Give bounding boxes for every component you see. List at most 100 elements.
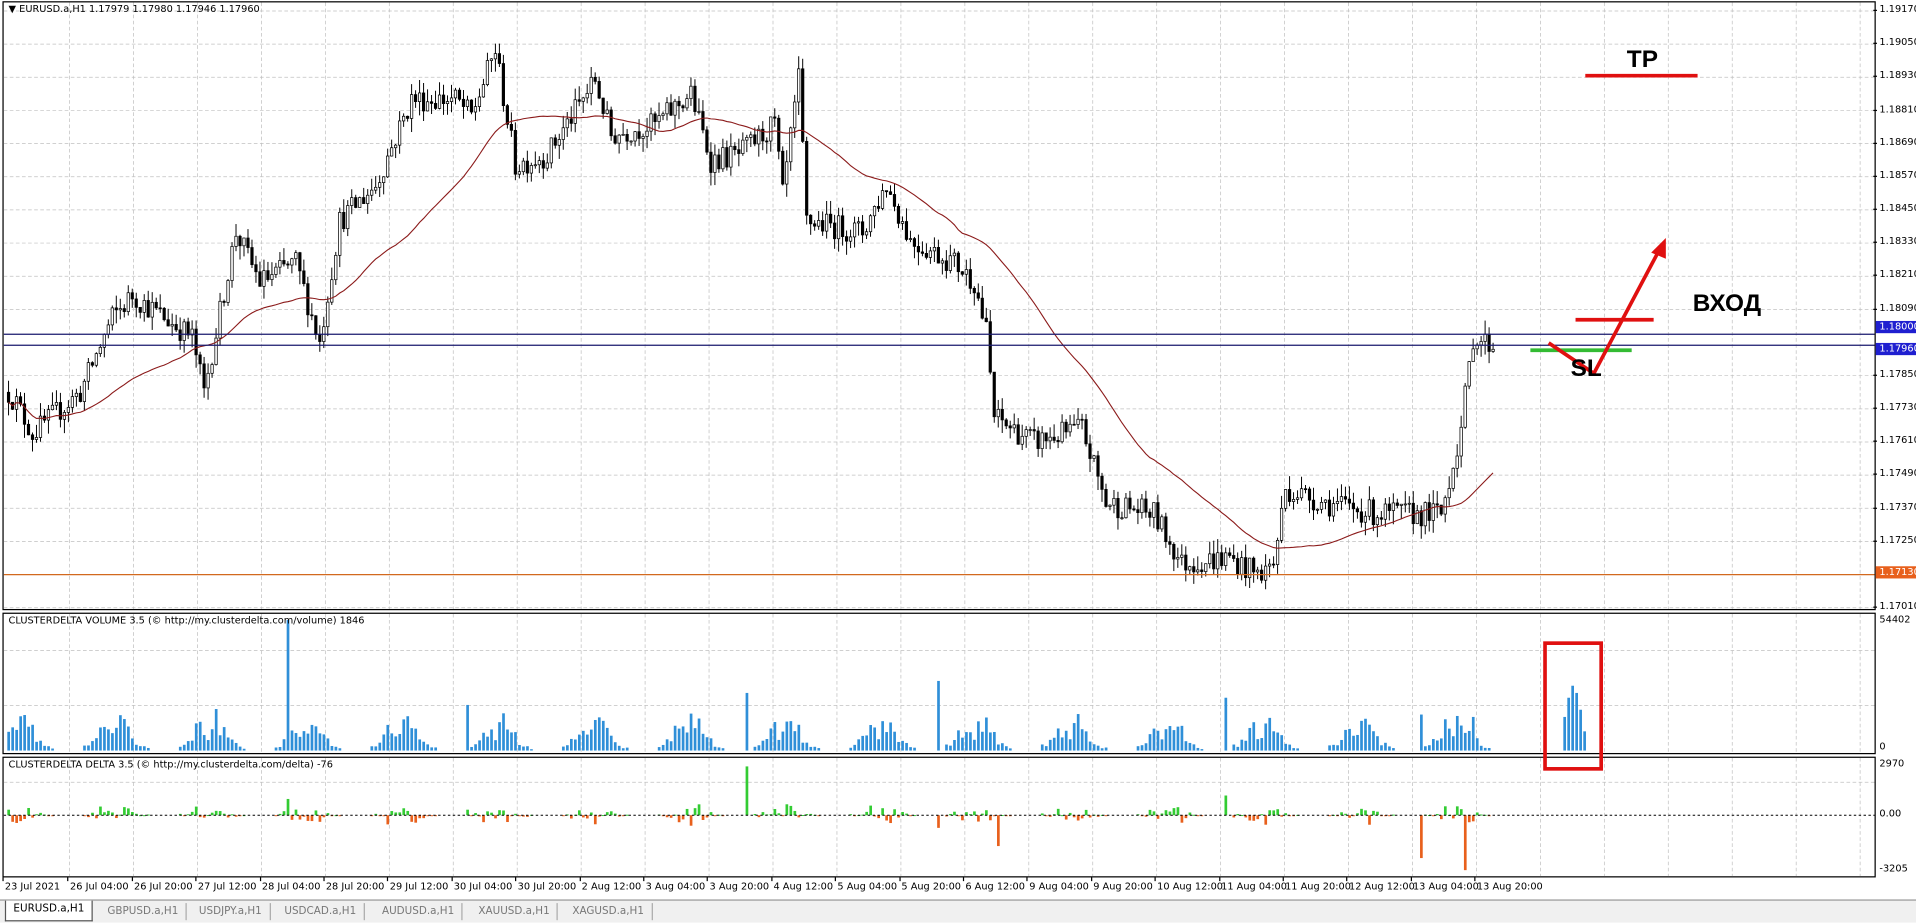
volume-bar xyxy=(1344,729,1347,751)
candle-body xyxy=(717,154,721,170)
volume-bar xyxy=(326,738,330,751)
candle-body xyxy=(1152,502,1156,518)
volume-bar xyxy=(1088,741,1092,751)
time-tick-label: 10 Aug 12:00 xyxy=(1154,877,1224,893)
volume-bar xyxy=(306,733,310,751)
volume-bar xyxy=(857,739,861,751)
price-chart-pane[interactable]: ▼ EURUSD.a,H1 1.17979 1.17980 1.17946 1.… xyxy=(2,1,1876,611)
candle-body xyxy=(1323,499,1328,503)
volume-bar xyxy=(470,746,473,751)
candle-body xyxy=(1276,540,1280,565)
candle-body xyxy=(262,270,266,287)
tp-label: TP xyxy=(1626,46,1658,74)
candle-body xyxy=(509,123,513,131)
candle-body xyxy=(1180,554,1184,558)
chart-tab-xagusd-a-h1[interactable]: XAGUSD.a,H1 xyxy=(565,903,653,921)
volume-bar xyxy=(1144,743,1148,751)
candle-body xyxy=(1160,516,1164,530)
candle-body xyxy=(1188,566,1192,571)
delta-bar xyxy=(785,804,789,816)
volume-bar xyxy=(1004,746,1008,751)
volume-bar xyxy=(1164,729,1168,751)
candle-body xyxy=(1032,429,1036,432)
delta-bar xyxy=(498,810,501,816)
volume-bar xyxy=(127,726,130,751)
volume-bar xyxy=(709,738,713,751)
volume-bar xyxy=(793,731,797,751)
candle-body xyxy=(1120,517,1124,520)
candle-body xyxy=(741,139,745,154)
volume-bar xyxy=(897,741,900,751)
volume-bar xyxy=(745,692,749,751)
volume-bar xyxy=(701,733,705,751)
volume-bar xyxy=(777,739,781,751)
delta-indicator-pane[interactable]: CLUSTERDELTA DELTA 3.5 (© http://my.clus… xyxy=(2,756,1876,878)
chart-tab-audusd-a-h1[interactable]: AUDUSD.a,H1 xyxy=(375,903,463,921)
volume-bar xyxy=(218,735,222,751)
volume-bar xyxy=(410,728,414,751)
volume-bar xyxy=(961,737,964,751)
volume-bar xyxy=(1459,725,1463,751)
volume-bar xyxy=(909,747,912,751)
collapse-triangle-icon[interactable]: ▼ xyxy=(9,4,20,15)
volume-bar xyxy=(51,748,54,751)
delta-bar xyxy=(290,815,294,820)
candle-body xyxy=(916,246,921,253)
delta-bar xyxy=(1260,814,1264,816)
candle-body xyxy=(1347,498,1352,504)
chart-tab-usdjpy-a-h1[interactable]: USDJPY.a,H1 xyxy=(192,903,271,921)
candle-body xyxy=(370,189,374,196)
candle-body xyxy=(757,128,761,145)
delta-bar xyxy=(609,811,613,816)
candle-body xyxy=(449,97,454,102)
candle-body xyxy=(246,237,250,248)
chart-tab-usdcad-a-h1[interactable]: USDCAD.a,H1 xyxy=(277,903,365,921)
chart-tab-eurusd-a-h1[interactable]: EURUSD.a,H1 xyxy=(4,900,93,922)
candle-body xyxy=(1172,543,1176,560)
candle-body xyxy=(1072,423,1076,426)
volume-bar xyxy=(510,732,513,751)
candle-body xyxy=(154,301,158,309)
candle-body xyxy=(1228,552,1232,556)
candle-body xyxy=(1467,361,1471,387)
candle-body xyxy=(1387,503,1391,511)
volume-bar xyxy=(1168,726,1172,751)
candle-body xyxy=(54,402,59,406)
volume-bar xyxy=(234,742,238,751)
candle-body xyxy=(46,409,51,421)
chart-tab-gbpusd-a-h1[interactable]: GBPUSD.a,H1 xyxy=(100,903,187,921)
candle-body xyxy=(1407,502,1411,505)
volume-bar xyxy=(1044,746,1048,751)
volume-bar xyxy=(87,745,90,751)
candle-body xyxy=(94,353,98,366)
candle-body xyxy=(1052,436,1056,441)
candle-body xyxy=(302,270,306,285)
volume-bar xyxy=(957,730,960,751)
highlighted-volume-bar xyxy=(1579,709,1582,751)
candle-body xyxy=(222,300,226,303)
candle-body xyxy=(1307,488,1312,501)
candle-body xyxy=(394,144,398,149)
delta-bar xyxy=(210,812,214,816)
delta-bar xyxy=(502,810,505,816)
candle-body xyxy=(912,238,917,247)
candle-body xyxy=(453,89,458,99)
candle-body xyxy=(386,155,390,178)
time-tick-label: 9 Aug 04:00 xyxy=(1026,877,1089,893)
candle-body xyxy=(561,127,565,140)
delta-bar xyxy=(909,815,912,817)
candle-body xyxy=(665,102,669,115)
candle-body xyxy=(1044,432,1048,442)
volume-bar xyxy=(143,746,146,751)
volume-indicator-pane[interactable]: CLUSTERDELTA VOLUME 3.5 (© http://my.clu… xyxy=(2,612,1876,755)
chart-tab-xauusd-a-h1[interactable]: XAUUSD.a,H1 xyxy=(471,903,559,921)
volume-bar xyxy=(1248,727,1252,751)
candle-body xyxy=(948,255,952,271)
candle-body xyxy=(805,141,809,216)
candle-body xyxy=(705,129,709,153)
volume-bar xyxy=(705,737,709,751)
candle-body xyxy=(50,404,55,411)
candle-body xyxy=(1335,501,1340,504)
volume-bar xyxy=(1479,745,1483,751)
volume-bar xyxy=(885,732,888,751)
